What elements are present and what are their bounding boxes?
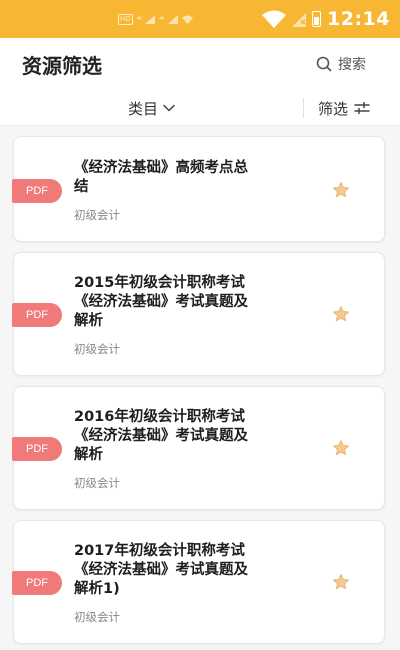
resource-category: 初级会计 [74, 208, 120, 222]
resource-category: 初级会计 [74, 342, 120, 356]
resource-card[interactable]: PDF 2015年初级会计职称考试 《经济法基础》考试真题及 解析 初级会计 [12, 252, 385, 376]
status-icons-right: 12:14 [262, 8, 390, 30]
category-dropdown[interactable]: 类目 [128, 96, 175, 120]
resource-title-line: 《经济法基础》高频考点总 [74, 160, 248, 176]
filter-divider [303, 98, 304, 118]
resource-title-line: 2016年初级会计职称考试 [74, 409, 245, 425]
signal-bars-icon-2 [167, 14, 178, 24]
resource-card[interactable]: PDF 2016年初级会计职称考试 《经济法基础》考试真题及 解析 初级会计 [12, 386, 385, 510]
resource-title-line: 2015年初级会计职称考试 [74, 275, 245, 291]
wifi-small-icon [181, 15, 193, 24]
resource-category: 初级会计 [74, 476, 120, 490]
battery-icon [312, 11, 322, 27]
resource-title-line: 结 [74, 179, 89, 195]
search-icon [316, 56, 332, 72]
status-bar: HD ⁴⁶ ⁴⁶ 12:14 [0, 0, 400, 38]
search-button[interactable]: 搜索 [316, 54, 366, 74]
filter-sliders-icon [354, 102, 370, 114]
chevron-down-icon [163, 104, 175, 112]
favorite-star-icon[interactable] [332, 305, 350, 323]
resource-card[interactable]: PDF 2017年初级会计职称考试 《经济法基础》考试真题及 解析1) 初级会计 [12, 520, 385, 644]
signal-bars-icon [145, 14, 156, 24]
favorite-star-icon[interactable] [332, 573, 350, 591]
filter-label: 筛选 [318, 99, 349, 118]
wifi-icon [262, 10, 287, 28]
resource-title: 2017年初级会计职称考试 《经济法基础》考试真题及 解析1) [74, 542, 306, 599]
hd-icon: HD [118, 13, 133, 25]
signal-4g-icon: ⁴⁶ [136, 14, 143, 24]
status-time: 12:14 [327, 8, 390, 30]
resource-title-line: 解析 [74, 313, 103, 329]
resource-title: 2015年初级会计职称考试 《经济法基础》考试真题及 解析 [74, 274, 306, 331]
resource-title-line: 《经济法基础》考试真题及 [74, 428, 248, 444]
category-label: 类目 [128, 99, 159, 118]
filter-button[interactable]: 筛选 [318, 96, 370, 120]
no-signal-icon [292, 13, 307, 27]
status-icons-left: HD ⁴⁶ ⁴⁶ [118, 13, 193, 25]
favorite-star-icon[interactable] [332, 181, 350, 199]
pdf-badge: PDF [12, 303, 62, 327]
resource-title: 《经济法基础》高频考点总 结 [74, 159, 306, 197]
header: 资源筛选 搜索 [0, 38, 400, 90]
resource-title: 2016年初级会计职称考试 《经济法基础》考试真题及 解析 [74, 408, 306, 465]
resource-title-line: 2017年初级会计职称考试 [74, 543, 245, 559]
pdf-badge: PDF [12, 437, 62, 461]
signal-4g-icon-2: ⁴⁶ [159, 14, 165, 24]
pdf-badge: PDF [12, 179, 62, 203]
resource-title-line: 《经济法基础》考试真题及 [74, 294, 248, 310]
pdf-badge: PDF [12, 571, 62, 595]
search-label: 搜索 [338, 57, 366, 73]
resource-title-line: 解析1) [74, 581, 120, 597]
resource-title-line: 解析 [74, 447, 103, 463]
resource-title-line: 《经济法基础》考试真题及 [74, 562, 248, 578]
resource-category: 初级会计 [74, 610, 120, 624]
page-title: 资源筛选 [22, 53, 102, 78]
favorite-star-icon[interactable] [332, 439, 350, 457]
resource-card[interactable]: PDF 《经济法基础》高频考点总 结 初级会计 [12, 136, 385, 242]
resource-list: PDF 《经济法基础》高频考点总 结 初级会计 PDF 2015年初级会计职称考… [0, 126, 400, 650]
filter-bar: 类目 筛选 [0, 90, 400, 126]
